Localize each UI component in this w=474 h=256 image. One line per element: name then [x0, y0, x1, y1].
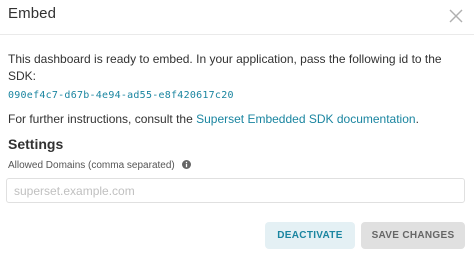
info-icon[interactable]: [181, 160, 191, 172]
close-icon[interactable]: [446, 6, 466, 26]
allowed-domains-label-row: Allowed Domains (comma separated): [8, 160, 191, 172]
instructions-prefix: For further instructions, consult the: [8, 112, 197, 126]
embed-ready-text: This dashboard is ready to embed. In you…: [8, 52, 442, 83]
allowed-domains-input[interactable]: [6, 178, 465, 203]
modal-header: Embed: [0, 0, 474, 35]
embed-modal: Embed This dashboard is ready to embed. …: [0, 0, 474, 256]
embed-id: 090ef4c7-d67b-4e94-ad55-e8f420617c20: [8, 90, 234, 101]
save-changes-button[interactable]: SAVE CHANGES: [361, 222, 465, 249]
sdk-docs-link[interactable]: Superset Embedded SDK documentation: [196, 112, 415, 126]
instructions-suffix: .: [415, 112, 419, 126]
allowed-domains-label: Allowed Domains (comma separated): [8, 160, 175, 171]
settings-heading: Settings: [8, 136, 64, 152]
instructions-text: For further instructions, consult the Su…: [8, 112, 419, 126]
deactivate-button[interactable]: DEACTIVATE: [265, 222, 355, 249]
modal-title: Embed: [8, 5, 57, 22]
